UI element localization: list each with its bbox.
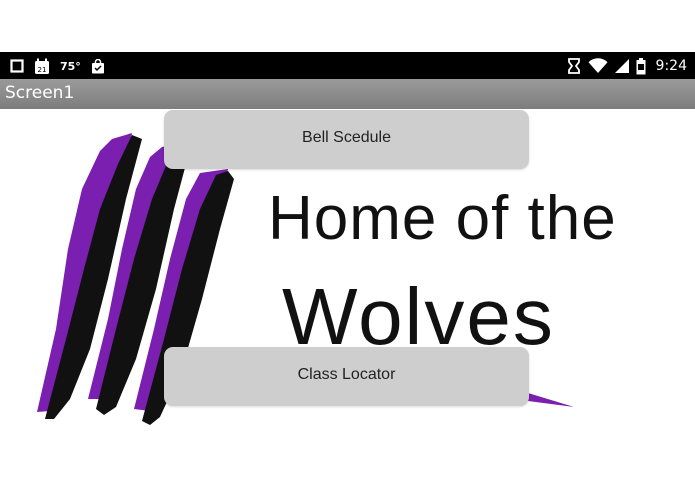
status-bar-system: 9:24: [566, 56, 687, 76]
cell-signal-icon: [614, 59, 629, 73]
calendar-icon: 21: [35, 58, 49, 74]
screen-title: Screen1: [5, 83, 75, 103]
temperature-readout: 75°: [60, 59, 81, 73]
battery-icon: [636, 57, 646, 74]
clock: 9:24: [655, 58, 687, 74]
class-locator-button[interactable]: Class Locator: [164, 347, 529, 406]
vibrate-icon: [567, 58, 580, 74]
status-bar-notifications: 21 75°: [10, 56, 105, 76]
wifi-icon: [588, 58, 608, 73]
app-screen: 21 75° 9:24 Screen1 Home of the Wolves B…: [0, 0, 695, 494]
calendar-day: 21: [38, 66, 47, 74]
logo-line-1: Home of the: [268, 184, 617, 253]
main-content: Home of the Wolves Bell Scedule Class Lo…: [0, 109, 695, 494]
shopping-bag-icon: [91, 58, 104, 73]
title-bar: Screen1: [0, 79, 695, 109]
square-notification-icon: [10, 59, 24, 73]
status-bar: 21 75° 9:24: [0, 52, 695, 79]
bell-schedule-button[interactable]: Bell Scedule: [164, 110, 529, 169]
